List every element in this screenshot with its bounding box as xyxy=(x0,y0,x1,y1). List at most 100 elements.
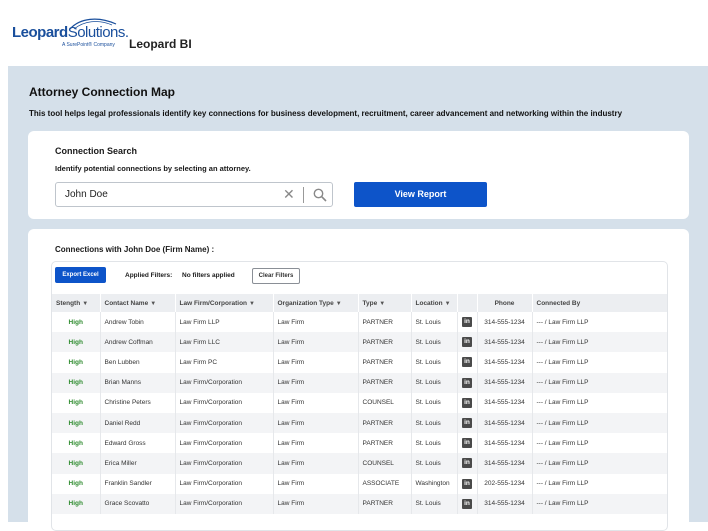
law-firm-cell: Law Firm/Corporation xyxy=(175,372,274,393)
connected-by-cell: --- / Law Firm LLP xyxy=(532,392,667,413)
location-cell: St. Louis xyxy=(411,453,458,474)
location-cell: Washington xyxy=(411,473,458,494)
linkedin-cell: in xyxy=(457,433,478,454)
linkedin-icon[interactable]: in xyxy=(462,337,472,348)
table-row[interactable]: High Erica Miller Law Firm/Corporation Law … xyxy=(52,453,667,474)
search-title: Connection Search xyxy=(55,146,138,156)
linkedin-cell: in xyxy=(457,473,478,494)
page-title: Attorney Connection Map xyxy=(29,85,175,99)
organization-type-cell: Law Firm xyxy=(273,392,359,413)
view-report-button[interactable]: View Report xyxy=(354,182,487,207)
linkedin-icon[interactable]: in xyxy=(462,438,472,449)
column-header-location[interactable]: Location ▼ xyxy=(411,294,458,312)
leopard-solutions-logo[interactable]: LeopardSolutions. A SurePoint® Company xyxy=(12,16,129,50)
phone-cell: 314-555-1234 xyxy=(477,372,533,393)
filter-icon[interactable]: ▼ xyxy=(249,301,255,307)
organization-type-cell: Law Firm xyxy=(273,433,359,454)
table-row[interactable]: High Brian Manns Law Firm/Corporation Law F… xyxy=(52,372,667,393)
connected-by-cell: --- / Law Firm LLP xyxy=(532,453,667,474)
table-row[interactable]: High Daniel Redd Law Firm/Corporation Law F… xyxy=(52,412,667,434)
law-firm-cell: Law Firm PC xyxy=(175,352,274,373)
table-row[interactable]: High Andrew Coffman Law Firm LLC Law Firm PA… xyxy=(52,332,667,353)
search-hint: Identify potential connections by select… xyxy=(55,164,251,173)
law-firm-cell: Law Firm/Corporation xyxy=(175,412,274,434)
strength-cell: High xyxy=(52,453,101,474)
contact-name-cell: Grace Scovatto xyxy=(100,493,176,514)
linkedin-cell: in xyxy=(457,453,478,474)
law-firm-cell: Law Firm/Corporation xyxy=(175,433,274,454)
filter-icon[interactable]: ▼ xyxy=(82,301,88,307)
strength-cell: High xyxy=(52,372,101,393)
contact-name-cell: Edward Gross xyxy=(100,433,176,454)
linkedin-icon[interactable]: in xyxy=(462,357,472,368)
search-input-value[interactable]: John Doe xyxy=(65,189,108,200)
column-header-type[interactable]: Type ▼ xyxy=(358,294,412,312)
type-cell: PARTNER xyxy=(358,352,412,373)
connected-by-cell: --- / Law Firm LLP xyxy=(532,372,667,393)
table-row[interactable]: High Edward Gross Law Firm/Corporation Law … xyxy=(52,433,667,454)
clear-icon[interactable]: ✕ xyxy=(283,186,295,203)
law-firm-cell: Law Firm/Corporation xyxy=(175,453,274,474)
linkedin-cell: in xyxy=(457,332,478,353)
search-icon[interactable] xyxy=(313,188,327,202)
linkedin-icon[interactable]: in xyxy=(462,498,472,509)
table-row[interactable]: High Grace Scovatto Law Firm/Corporation La… xyxy=(52,493,667,514)
applied-filters-label: Applied Filters: xyxy=(125,272,173,279)
export-excel-button[interactable]: Export Excel xyxy=(55,267,106,283)
type-cell: PARTNER xyxy=(358,412,412,434)
organization-type-cell: Law Firm xyxy=(273,412,359,434)
strength-cell: High xyxy=(52,473,101,494)
table-row[interactable]: High Christine Peters Law Firm/Corporation… xyxy=(52,392,667,413)
linkedin-icon[interactable]: in xyxy=(462,418,472,429)
column-header-connected-by: Connected By xyxy=(532,294,667,312)
linkedin-cell: in xyxy=(457,372,478,393)
column-header-phone: Phone xyxy=(477,294,533,312)
law-firm-cell: Law Firm/Corporation xyxy=(175,493,274,514)
strength-cell: High xyxy=(52,392,101,413)
attorney-search-input[interactable]: John Doe ✕ xyxy=(55,182,333,207)
top-bar: LeopardSolutions. A SurePoint® Company L… xyxy=(0,0,708,66)
app-name: Leopard BI xyxy=(129,37,192,51)
connected-by-cell: --- / Law Firm LLP xyxy=(532,473,667,494)
contact-name-cell: Daniel Redd xyxy=(100,412,176,434)
type-cell: COUNSEL xyxy=(358,453,412,474)
organization-type-cell: Law Firm xyxy=(273,453,359,474)
column-header-contact-name[interactable]: Contact Name ▼ xyxy=(100,294,176,312)
contact-name-cell: Andrew Coffman xyxy=(100,332,176,353)
connected-by-cell: --- / Law Firm LLP xyxy=(532,352,667,373)
filter-icon[interactable]: ▼ xyxy=(336,301,342,307)
filter-icon[interactable]: ▼ xyxy=(150,301,156,307)
connected-by-cell: --- / Law Firm LLP xyxy=(532,332,667,353)
table-row[interactable]: High Franklin Sandler Law Firm/Corporation… xyxy=(52,473,667,494)
linkedin-icon[interactable]: in xyxy=(462,458,472,469)
linkedin-icon[interactable]: in xyxy=(462,478,472,489)
location-cell: St. Louis xyxy=(411,412,458,434)
table-row[interactable]: High Andrew Tobin Law Firm LLP Law Firm PART… xyxy=(52,312,667,333)
law-firm-cell: Law Firm LLP xyxy=(175,312,274,333)
type-cell: COUNSEL xyxy=(358,392,412,413)
clear-filters-button[interactable]: Clear Filters xyxy=(252,268,300,284)
linkedin-icon[interactable]: in xyxy=(462,397,472,408)
column-header-strength[interactable]: Stength ▼ xyxy=(52,294,101,312)
type-cell: PARTNER xyxy=(358,372,412,393)
linkedin-cell: in xyxy=(457,352,478,373)
filter-icon[interactable]: ▼ xyxy=(445,301,451,307)
organization-type-cell: Law Firm xyxy=(273,312,359,333)
contact-name-cell: Christine Peters xyxy=(100,392,176,413)
location-cell: St. Louis xyxy=(411,433,458,454)
table-row[interactable]: High Ben Lubben Law Firm PC Law Firm PARTNER… xyxy=(52,352,667,373)
connected-by-cell: --- / Law Firm LLP xyxy=(532,493,667,514)
page-description: This tool helps legal professionals iden… xyxy=(29,109,623,118)
type-cell: PARTNER xyxy=(358,312,412,333)
organization-type-cell: Law Firm xyxy=(273,493,359,514)
linkedin-icon[interactable]: in xyxy=(462,317,472,328)
location-cell: St. Louis xyxy=(411,352,458,373)
linkedin-cell: in xyxy=(457,493,478,514)
column-header-organization-type[interactable]: Organization Type ▼ xyxy=(273,294,359,312)
column-header-law-firm[interactable]: Law Firm/Corporation ▼ xyxy=(175,294,274,312)
organization-type-cell: Law Firm xyxy=(273,352,359,373)
linkedin-icon[interactable]: in xyxy=(462,377,472,388)
filter-icon[interactable]: ▼ xyxy=(379,301,385,307)
results-table-panel: Export Excel Applied Filters: No filters… xyxy=(51,261,668,531)
strength-cell: High xyxy=(52,412,101,434)
